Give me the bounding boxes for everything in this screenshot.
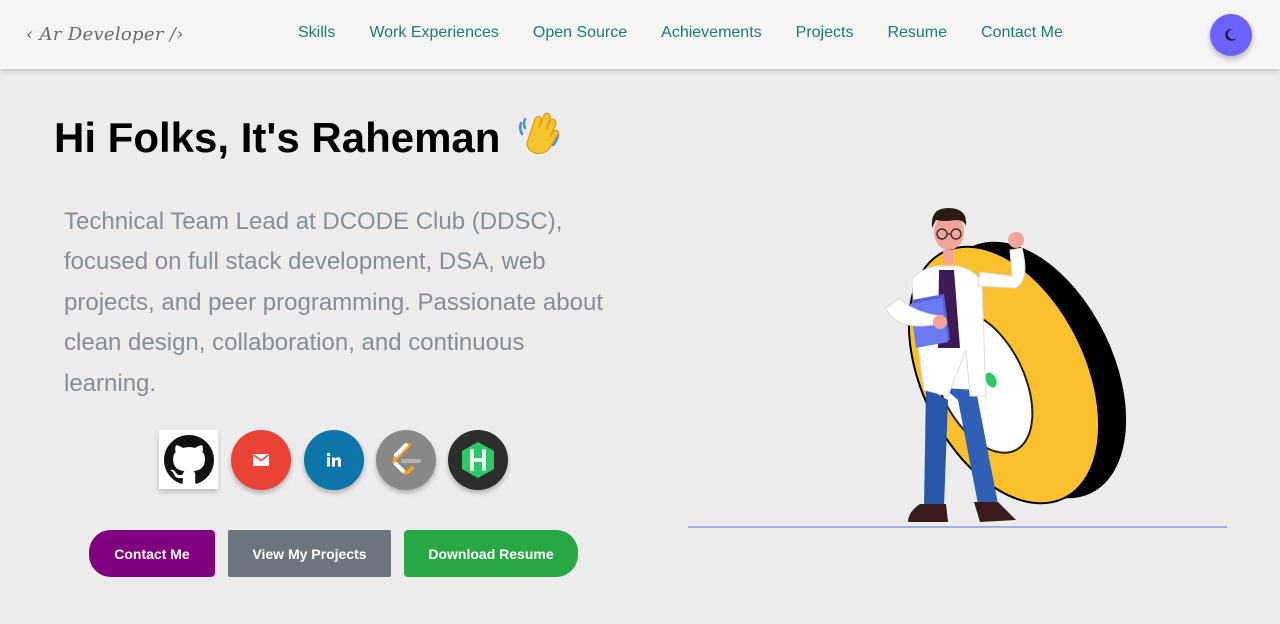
leetcode-link[interactable] (376, 430, 436, 490)
nav-link-projects[interactable]: Projects (796, 24, 854, 42)
nav-link-work-experiences[interactable]: Work Experiences (369, 24, 499, 42)
nav-link-contact-me[interactable]: Contact Me (981, 24, 1063, 42)
contact-me-button[interactable]: Contact Me (89, 530, 215, 577)
leetcode-icon (392, 443, 421, 475)
site-logo[interactable]: ‹ Ar Developer /› (26, 24, 184, 45)
hackerrank-icon (462, 442, 494, 478)
linkedin-link[interactable] (304, 430, 364, 490)
github-icon (163, 434, 214, 484)
moon-icon (1225, 28, 1237, 41)
download-resume-button[interactable]: Download Resume (404, 530, 578, 577)
view-projects-button[interactable]: View My Projects (228, 530, 391, 577)
hero-bio: Technical Team Lead at DCODE Club (DDSC)… (64, 208, 603, 397)
linkedin-icon (326, 452, 341, 467)
nav-link-open-source[interactable]: Open Source (533, 24, 627, 42)
nav-link-achievements[interactable]: Achievements (661, 24, 762, 42)
navbar: ‹ Ar Developer /› Skills Work Experience… (0, 0, 1280, 69)
github-link[interactable] (159, 430, 218, 489)
developer-illustration (688, 208, 1227, 528)
theme-toggle-button[interactable] (1210, 14, 1252, 56)
waving-hand-icon (518, 112, 560, 155)
nav-link-resume[interactable]: Resume (887, 24, 947, 42)
hackerrank-link[interactable] (448, 430, 508, 490)
nav-links: Skills Work Experiences Open Source Achi… (298, 24, 1097, 42)
gmail-icon (253, 454, 269, 466)
hero-greeting: Hi Folks, It's Raheman (54, 114, 501, 161)
nav-link-skills[interactable]: Skills (298, 24, 335, 42)
email-link[interactable] (231, 430, 291, 490)
